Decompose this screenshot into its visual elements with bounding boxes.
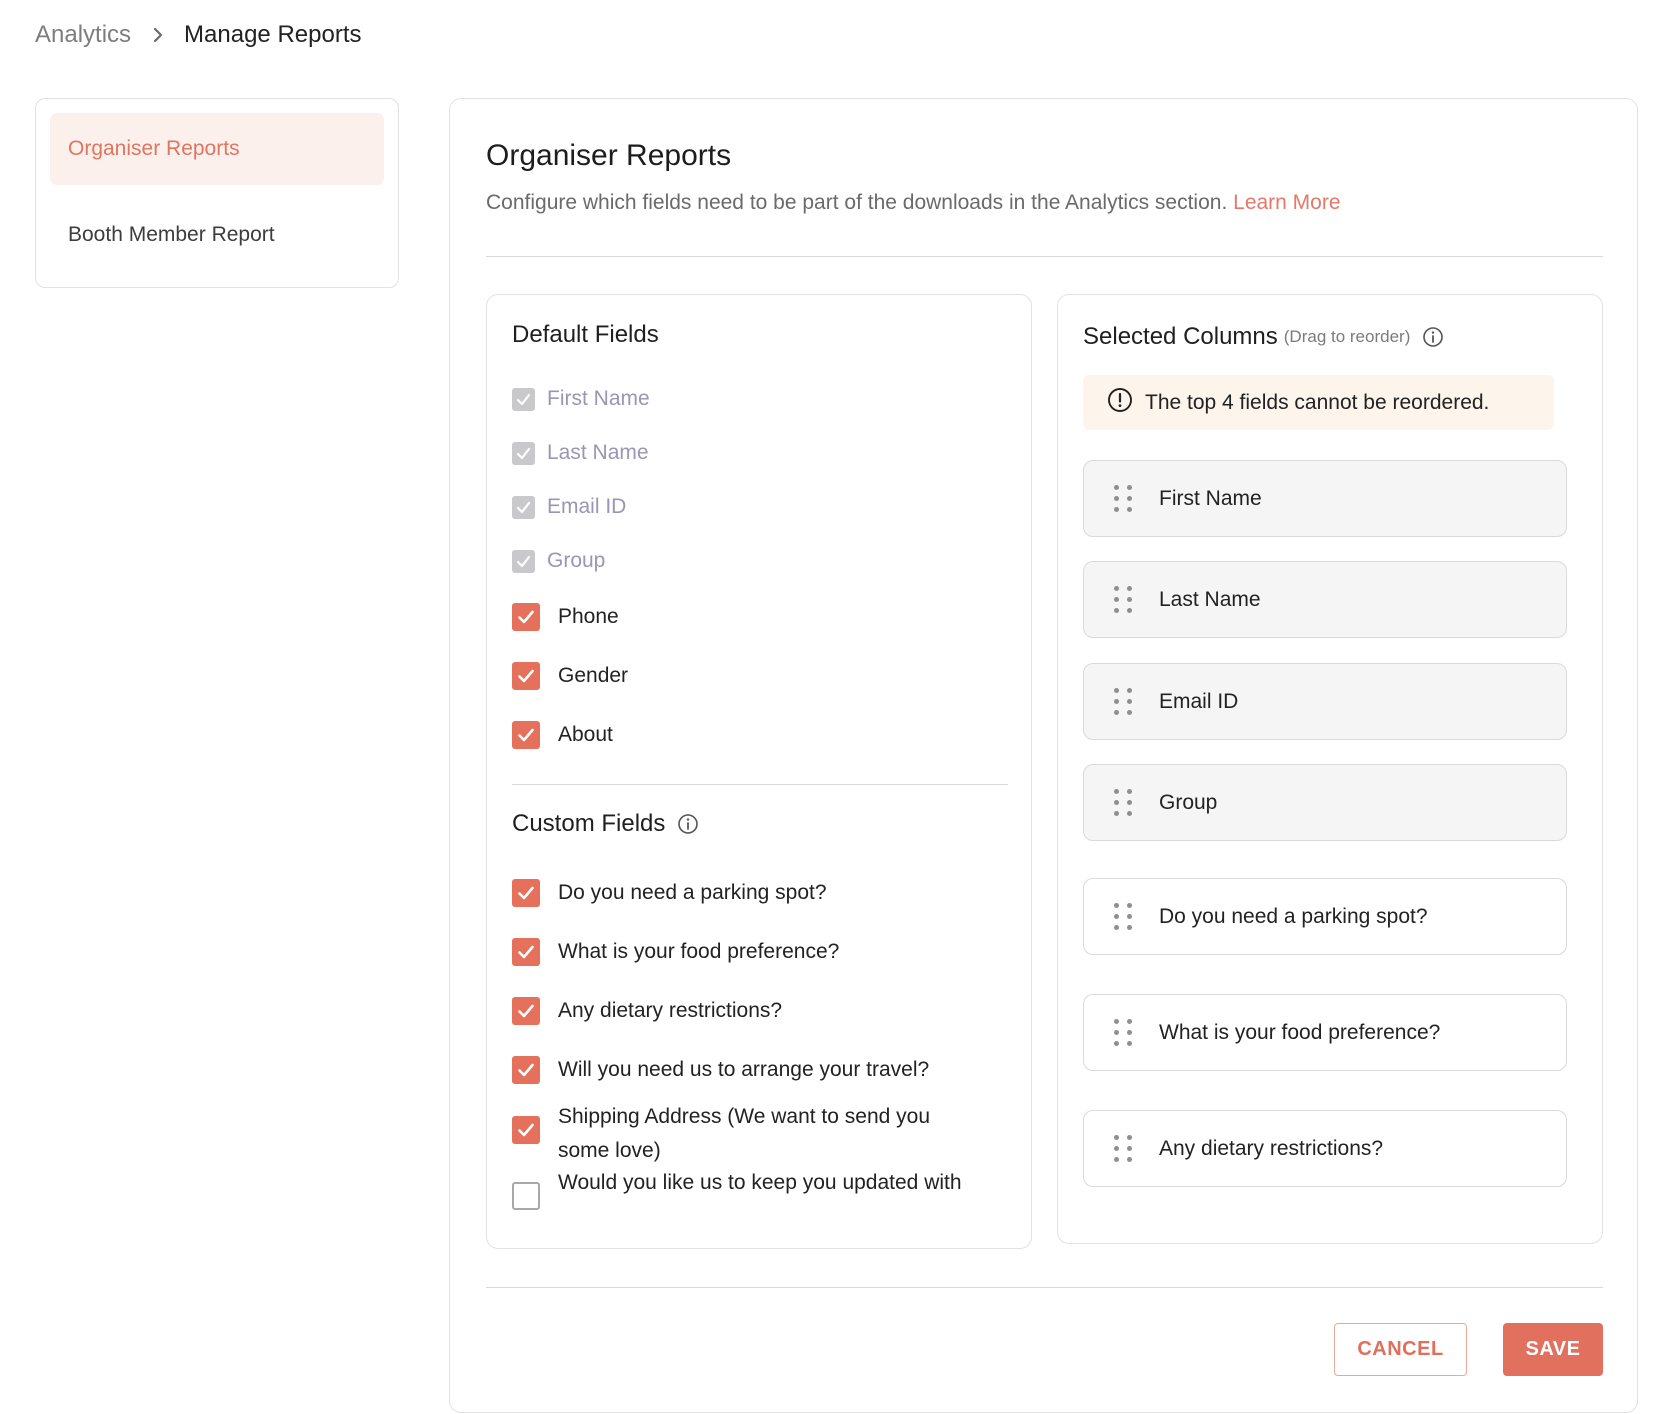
column-item-last-name: Last Name: [1083, 561, 1567, 638]
alert-icon: [1107, 387, 1133, 419]
checkbox-row-about[interactable]: About: [512, 721, 613, 749]
checkbox-label: Group: [547, 549, 606, 572]
column-item-email-id: Email ID: [1083, 663, 1567, 740]
notice-text: The top 4 fields cannot be reordered.: [1145, 390, 1490, 414]
column-item-group: Group: [1083, 764, 1567, 841]
checkbox-checked-disabled: [512, 549, 535, 573]
column-label: Group: [1159, 790, 1218, 814]
checkbox-label: What is your food preference?: [558, 940, 840, 963]
report-settings-card: Organiser Reports Configure which fields…: [449, 98, 1638, 1413]
chevron-right-icon: [152, 27, 164, 43]
checkbox-row-phone[interactable]: Phone: [512, 603, 619, 631]
checkbox-checked[interactable]: [512, 879, 540, 907]
checkbox-label: Shipping Address (We want to send you so…: [558, 1105, 931, 1162]
column-item-first-name: First Name: [1083, 460, 1567, 537]
checkbox-unchecked[interactable]: [512, 1182, 540, 1210]
checkbox-label: First Name: [547, 387, 650, 410]
checkbox-checked[interactable]: [512, 603, 540, 631]
breadcrumb-current: Manage Reports: [184, 21, 362, 48]
column-label: First Name: [1159, 486, 1262, 510]
checkbox-label: Phone: [558, 605, 619, 628]
checkbox-checked[interactable]: [512, 997, 540, 1025]
checkbox-row-gender[interactable]: Gender: [512, 662, 628, 690]
divider: [486, 256, 1603, 257]
drag-handle-icon[interactable]: [1114, 902, 1132, 931]
checkbox-row-email-id: Email ID: [512, 495, 626, 519]
checkbox-checked[interactable]: [512, 662, 540, 690]
breadcrumb-analytics-link[interactable]: Analytics: [35, 21, 131, 49]
drag-handle-icon: [1114, 687, 1132, 716]
checkbox-label: Email ID: [547, 495, 627, 518]
default-fields-list[interactable]: First Name Last Name Email ID Group Phon…: [487, 380, 1031, 768]
page-title: Organiser Reports: [486, 139, 732, 172]
custom-fields-title: Custom Fields: [512, 810, 666, 837]
custom-fields-header: Custom Fields: [512, 810, 699, 838]
selected-columns-title: Selected Columns: [1083, 323, 1278, 350]
checkbox-label: About: [558, 723, 613, 746]
checkbox-label: Gender: [558, 664, 629, 687]
divider: [512, 784, 1008, 785]
breadcrumb: Analytics Manage Reports: [35, 20, 361, 50]
checkbox-row-last-name: Last Name: [512, 441, 649, 465]
sidebar-item-organiser-reports[interactable]: Organiser Reports: [50, 113, 384, 185]
checkbox-checked-disabled: [512, 387, 535, 411]
checkbox-checked-disabled: [512, 495, 535, 519]
checkbox-checked[interactable]: [512, 1056, 540, 1084]
page-description: Configure which fields need to be part o…: [486, 191, 1341, 215]
drag-handle-icon: [1114, 788, 1132, 817]
checkbox-label: Would you like us to keep you updated wi…: [558, 1171, 962, 1194]
drag-handle-icon: [1114, 585, 1132, 614]
sidebar-item-booth-member-report[interactable]: Booth Member Report: [50, 199, 384, 271]
checkbox-checked[interactable]: [512, 721, 540, 749]
checkbox-row-first-name: First Name: [512, 387, 650, 411]
column-item-parking[interactable]: Do you need a parking spot?: [1083, 878, 1567, 955]
checkbox-row-group: Group: [512, 549, 605, 573]
drag-handle-icon[interactable]: [1114, 1018, 1132, 1047]
checkbox-row-travel[interactable]: Will you need us to arrange your travel?: [512, 1056, 929, 1084]
checkbox-row-shipping[interactable]: Shipping Address (We want to send you so…: [512, 1100, 982, 1168]
custom-fields-list[interactable]: Do you need a parking spot? What is your…: [487, 865, 1031, 1248]
cancel-button[interactable]: CANCEL: [1334, 1323, 1467, 1376]
checkbox-row-food[interactable]: What is your food preference?: [512, 938, 839, 966]
column-label: Last Name: [1159, 587, 1261, 611]
checkbox-label: Do you need a parking spot?: [558, 881, 827, 904]
column-label: Do you need a parking spot?: [1159, 904, 1428, 928]
default-fields-title: Default Fields: [512, 321, 659, 348]
checkbox-row-updates[interactable]: Would you like us to keep you updated wi…: [512, 1166, 982, 1210]
column-item-dietary[interactable]: Any dietary restrictions?: [1083, 1110, 1567, 1187]
divider: [486, 1287, 1603, 1288]
checkbox-checked-disabled: [512, 441, 535, 465]
column-label: Email ID: [1159, 689, 1239, 713]
checkbox-label: Will you need us to arrange your travel?: [558, 1058, 930, 1081]
column-label: What is your food preference?: [1159, 1020, 1441, 1044]
save-button[interactable]: SAVE: [1503, 1323, 1603, 1376]
reports-sidebar: Organiser Reports Booth Member Report: [35, 98, 399, 288]
checkbox-row-parking[interactable]: Do you need a parking spot?: [512, 879, 827, 907]
drag-handle-icon[interactable]: [1114, 1134, 1132, 1163]
reorder-notice: The top 4 fields cannot be reordered.: [1083, 375, 1554, 430]
column-item-food[interactable]: What is your food preference?: [1083, 994, 1567, 1071]
checkbox-checked[interactable]: [512, 1116, 540, 1144]
drag-hint: (Drag to reorder): [1283, 327, 1411, 346]
checkbox-row-dietary[interactable]: Any dietary restrictions?: [512, 997, 782, 1025]
column-label: Any dietary restrictions?: [1159, 1136, 1384, 1160]
drag-handle-icon: [1114, 484, 1132, 513]
fields-panel: Default Fields First Name Last Name Emai…: [486, 294, 1032, 1249]
info-icon[interactable]: [677, 813, 699, 835]
selected-columns-header: Selected Columns (Drag to reorder): [1083, 323, 1444, 351]
checkbox-checked[interactable]: [512, 938, 540, 966]
checkbox-label: Last Name: [547, 441, 649, 464]
learn-more-link[interactable]: Learn More: [1233, 191, 1340, 214]
checkbox-label: Any dietary restrictions?: [558, 999, 783, 1022]
page-description-text: Configure which fields need to be part o…: [486, 191, 1228, 214]
info-icon[interactable]: [1422, 326, 1444, 348]
selected-columns-panel: Selected Columns (Drag to reorder) The t…: [1057, 294, 1603, 1244]
